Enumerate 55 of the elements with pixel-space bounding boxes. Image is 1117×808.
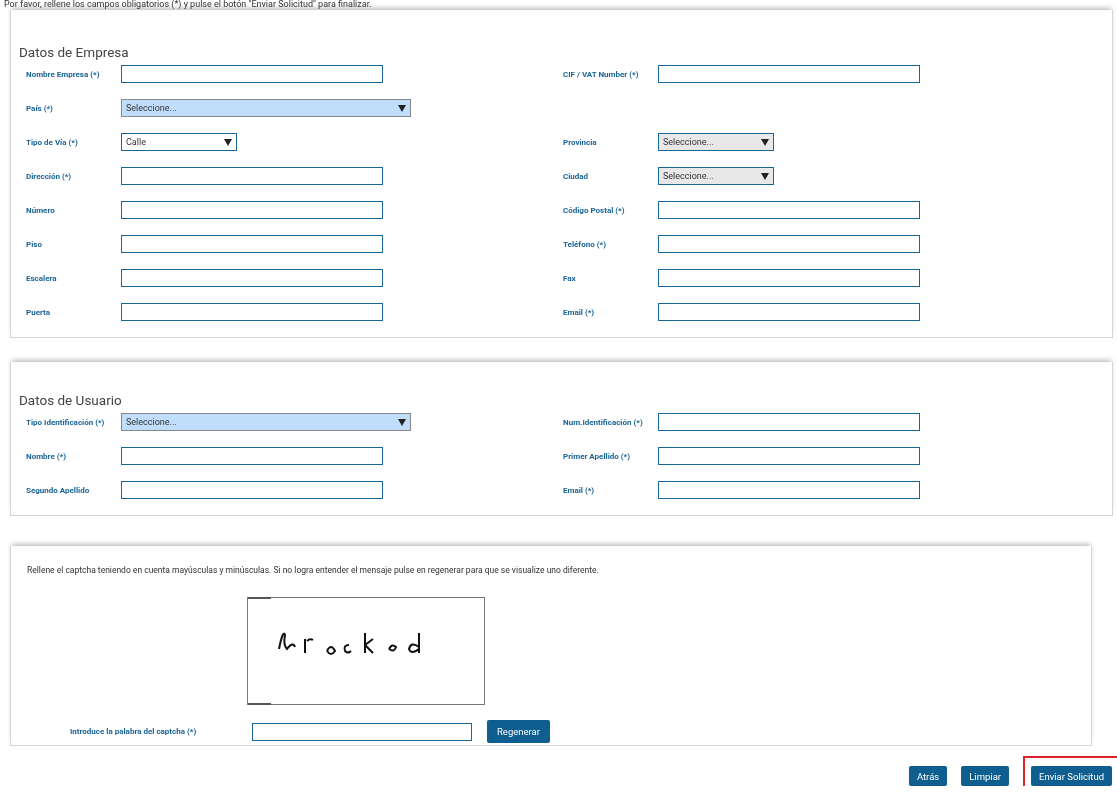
field-label: Email (*) xyxy=(562,307,596,317)
field-label: Código Postal (*) xyxy=(562,205,626,215)
field-label: CIF / VAT Number (*) xyxy=(562,69,640,79)
section-title: Datos de Empresa xyxy=(19,44,129,60)
captcha-instructions: Rellene el captcha teniendo en cuenta mayúsculas y minúsculas. Si no logra entender el mensaje pulse en regenerar para que se visualize uno diferente. xyxy=(27,565,599,575)
text-field[interactable] xyxy=(121,201,383,219)
field-label: Nombre (*) xyxy=(25,451,67,461)
text-field[interactable] xyxy=(658,447,920,465)
regenerate-button[interactable]: Regenerar xyxy=(487,720,550,743)
field-label: Escalera xyxy=(25,273,58,283)
text-field[interactable] xyxy=(121,65,383,83)
field-label: Fax xyxy=(562,273,577,283)
field-label: Tipo de Vía (*) xyxy=(25,137,79,147)
text-field[interactable] xyxy=(121,269,383,287)
text-field[interactable] xyxy=(658,269,920,287)
dropdown[interactable]: Calle xyxy=(121,133,237,151)
form-button[interactable]: Limpiar xyxy=(961,766,1010,786)
field-label: Piso xyxy=(25,239,43,249)
text-field[interactable] xyxy=(658,481,920,499)
dropdown[interactable]: Seleccione... xyxy=(121,99,411,117)
field-label: Provincia xyxy=(562,137,598,147)
field-label: Primer Apellido (*) xyxy=(562,451,632,461)
text-field[interactable] xyxy=(121,235,383,253)
text-field[interactable] xyxy=(658,65,920,83)
form-button[interactable]: Atrás xyxy=(908,766,948,786)
text-field[interactable] xyxy=(121,481,383,499)
dropdown[interactable]: Seleccione... xyxy=(121,413,411,431)
field-label: Segundo Apellido xyxy=(25,485,91,495)
caret-icon xyxy=(398,104,406,112)
field-label: País (*) xyxy=(25,103,54,113)
text-field[interactable] xyxy=(658,235,920,253)
field-label: Nombre Empresa (*) xyxy=(25,69,101,79)
form-button[interactable]: Enviar Solicitud xyxy=(1031,766,1112,786)
field-label: Tipo Identificación (*) xyxy=(25,417,106,427)
text-field[interactable] xyxy=(658,201,920,219)
text-field[interactable] xyxy=(121,167,383,185)
instructions-text: Por favor, rellene los campos obligatorios (*) y pulse el botón "Enviar Solicitud" para finalizar. xyxy=(3,0,373,10)
field-label: Introduce la palabra del captcha (*) xyxy=(70,727,198,736)
caret-icon xyxy=(761,172,769,180)
field-label: Puerta xyxy=(25,307,52,317)
section-title: Datos de Usuario xyxy=(19,392,122,408)
field-label: Num.Identificación (*) xyxy=(562,417,644,427)
caret-icon xyxy=(761,138,769,146)
field-label: Email (*) xyxy=(562,485,596,495)
text-field[interactable] xyxy=(121,303,383,321)
captcha-field[interactable] xyxy=(252,722,472,741)
field-label: Dirección (*) xyxy=(25,171,73,181)
text-field[interactable] xyxy=(658,413,920,431)
field-label: Teléfono (*) xyxy=(562,239,607,249)
caret-icon xyxy=(224,138,232,146)
text-field[interactable] xyxy=(121,447,383,465)
text-field[interactable] xyxy=(658,303,920,321)
field-label: Ciudad xyxy=(562,171,590,181)
field-label: Número xyxy=(25,205,56,215)
caret-icon xyxy=(398,418,406,426)
